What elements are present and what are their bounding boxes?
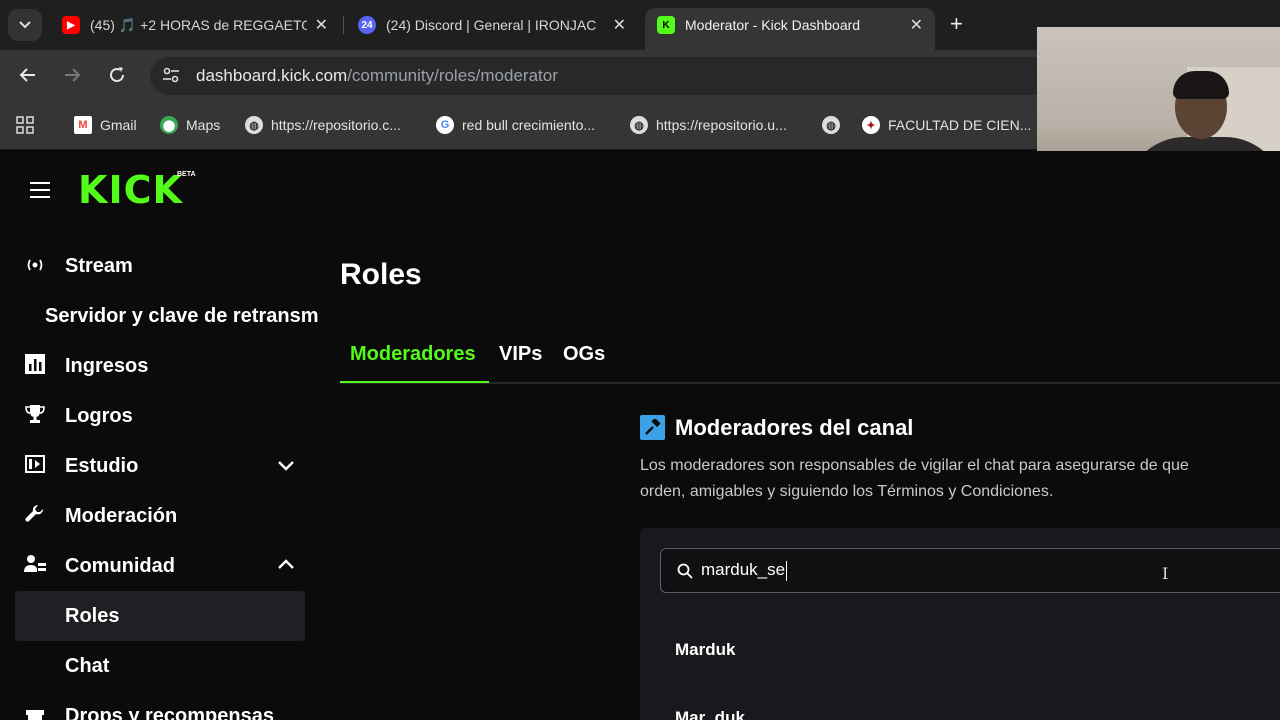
trophy-icon xyxy=(24,404,46,429)
section-title: Moderadores del canal xyxy=(675,415,914,440)
page-title: Roles xyxy=(340,258,422,291)
tab-search-button[interactable] xyxy=(8,9,42,41)
reload-button[interactable] xyxy=(107,65,127,89)
moderator-search-input[interactable]: marduk_se xyxy=(660,548,1280,593)
university-icon: ✦ xyxy=(862,116,880,134)
bookmark-globe[interactable]: ◍ xyxy=(822,116,848,134)
search-value: marduk_se xyxy=(701,560,788,581)
sidebar-item-estudio[interactable]: Estudio xyxy=(15,441,305,491)
roles-tabs: Moderadores VIPs OGs xyxy=(340,331,1280,384)
bookmark-maps[interactable]: ⬤ Maps xyxy=(160,116,220,134)
globe-icon: ◍ xyxy=(245,116,263,134)
forward-arrow-icon xyxy=(65,68,81,82)
tab-ogs[interactable]: OGs xyxy=(563,343,605,366)
bookmark-repositorio-c[interactable]: ◍ https://repositorio.c... xyxy=(245,116,401,134)
sidebar-item-roles[interactable]: Roles xyxy=(15,591,305,641)
kick-logo[interactable]: KICK xyxy=(78,171,183,209)
sidebar-item-servidor[interactable]: Servidor y clave de retransm xyxy=(15,291,320,341)
new-tab-button[interactable]: + xyxy=(950,12,963,36)
chevron-down-icon xyxy=(19,21,31,29)
globe-icon: ◍ xyxy=(630,116,648,134)
reload-icon xyxy=(110,67,124,82)
apps-grid-icon xyxy=(16,116,34,134)
tab-moderadores[interactable]: Moderadores xyxy=(350,343,476,366)
back-button[interactable] xyxy=(18,65,38,89)
tab-divider xyxy=(343,16,344,34)
sidebar-item-moderacion[interactable]: Moderación xyxy=(15,491,305,541)
bookmark-red-bull[interactable]: G red bull crecimiento... xyxy=(436,116,595,134)
discord-icon: 24 xyxy=(358,16,376,34)
sidebar-item-comunidad[interactable]: Comunidad xyxy=(15,541,305,591)
gmail-icon: M xyxy=(74,116,92,134)
globe-icon: ◍ xyxy=(822,116,840,134)
text-cursor-icon: I xyxy=(1162,564,1169,583)
hammer-icon xyxy=(640,415,665,440)
menu-icon[interactable] xyxy=(30,182,50,198)
back-arrow-icon xyxy=(19,68,35,82)
maps-icon: ⬤ xyxy=(160,116,178,134)
close-tab-icon[interactable]: ✕ xyxy=(307,15,328,35)
sidebar-item-stream[interactable]: Stream xyxy=(15,241,305,291)
section-description: Los moderadores son responsables de vigi… xyxy=(640,457,1189,500)
forward-button[interactable] xyxy=(62,65,82,89)
kick-icon: K xyxy=(657,16,675,34)
wrench-icon xyxy=(24,504,46,529)
apps-button[interactable] xyxy=(16,116,34,134)
chevron-down-icon[interactable] xyxy=(277,456,295,474)
site-settings-icon[interactable] xyxy=(162,67,182,86)
studio-icon xyxy=(24,454,46,478)
search-icon xyxy=(677,563,693,579)
bookmark-repositorio-u[interactable]: ◍ https://repositorio.u... xyxy=(630,116,787,134)
close-tab-icon[interactable]: ✕ xyxy=(605,15,626,35)
broadcast-icon xyxy=(24,256,46,277)
bookmark-facultad[interactable]: ✦ FACULTAD DE CIEN... xyxy=(862,116,1031,134)
chevron-up-icon[interactable] xyxy=(277,556,295,574)
chart-icon xyxy=(24,353,46,379)
active-tab-indicator xyxy=(340,381,489,383)
sidebar-item-ingresos[interactable]: Ingresos xyxy=(15,341,305,391)
google-icon: G xyxy=(436,116,454,134)
sidebar-item-logros[interactable]: Logros xyxy=(15,391,305,441)
kick-dashboard-page: KICK BETA Stream Servidor y clave de ret… xyxy=(0,151,1280,720)
sidebar-item-chat[interactable]: Chat xyxy=(15,641,305,691)
gift-icon xyxy=(24,704,46,720)
tab-vips[interactable]: VIPs xyxy=(499,343,542,366)
youtube-icon: ▶ xyxy=(62,16,80,34)
browser-tab-youtube[interactable]: ▶ (45) 🎵 +2 HORAS de REGGAETON ✕ xyxy=(50,8,340,42)
bookmark-gmail[interactable]: M Gmail xyxy=(74,116,137,134)
sidebar-item-drops[interactable]: Drops y recompensas xyxy=(15,691,305,720)
users-icon xyxy=(24,554,46,579)
close-tab-icon[interactable]: ✕ xyxy=(902,15,923,35)
search-result-item[interactable]: Marduk xyxy=(675,640,735,660)
beta-badge: BETA xyxy=(177,171,196,178)
url-text: dashboard.kick.com/community/roles/moder… xyxy=(196,66,558,85)
browser-tab-discord[interactable]: 24 (24) Discord | General | IRONJAC ✕ xyxy=(346,8,638,42)
browser-tab-kick[interactable]: K Moderator - Kick Dashboard ✕ xyxy=(645,8,935,50)
search-result-item[interactable]: Mar_duk xyxy=(675,708,745,720)
